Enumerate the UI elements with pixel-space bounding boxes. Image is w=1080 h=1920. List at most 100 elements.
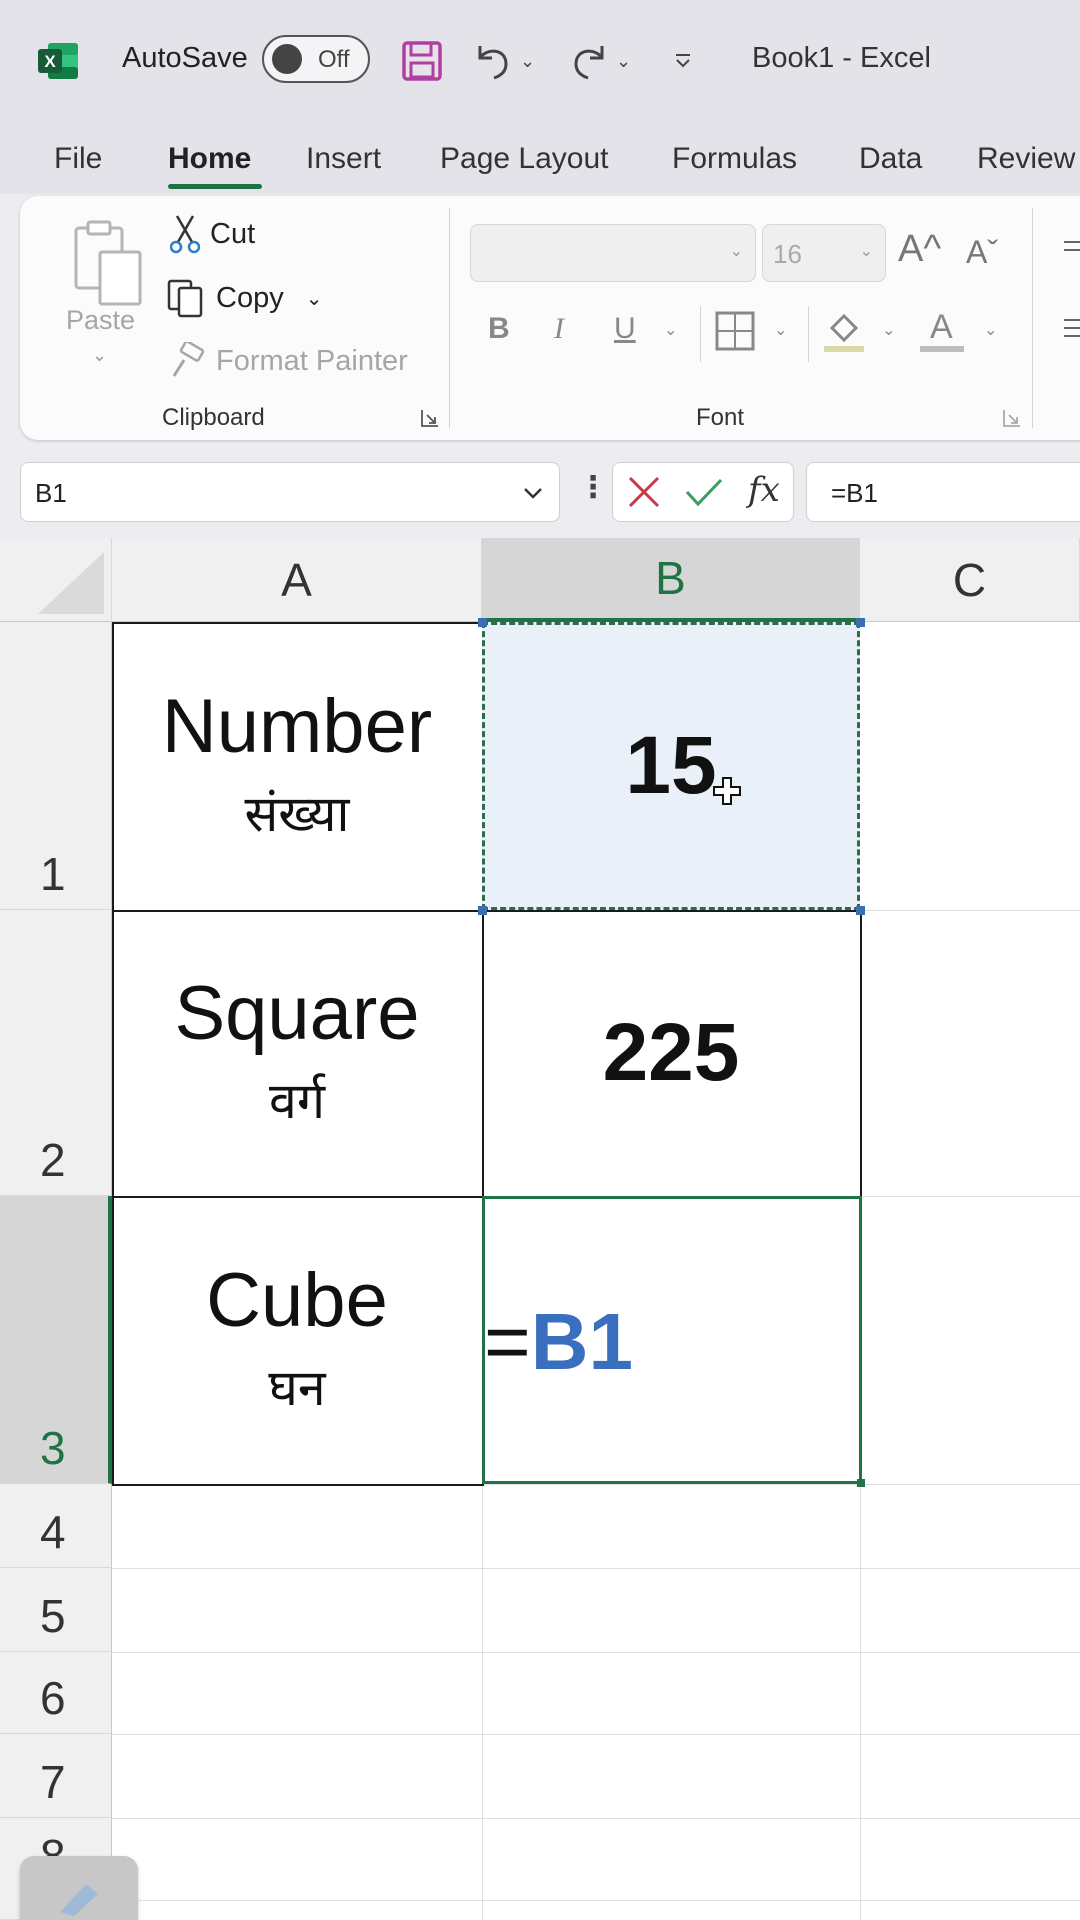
select-all-button[interactable] [0, 538, 112, 622]
tab-insert[interactable]: Insert [306, 142, 381, 176]
formula-input[interactable]: =B1 [806, 462, 1080, 522]
tab-page-layout[interactable]: Page Layout [440, 142, 608, 176]
chevron-down-icon[interactable] [521, 481, 545, 505]
copy-icon [167, 279, 203, 318]
formula-bar-splitter-icon[interactable]: ⋮ [578, 470, 608, 505]
row-header-7[interactable]: 7 [0, 1734, 112, 1818]
undo-icon [478, 46, 508, 80]
tab-file[interactable]: File [54, 142, 102, 176]
paste-button[interactable]: Paste [66, 305, 135, 336]
borders-icon[interactable] [714, 310, 756, 352]
chevron-down-icon: ⌄ [859, 243, 873, 260]
row-number: 6 [40, 1672, 66, 1724]
redo-button[interactable]: ⌄ [568, 36, 631, 86]
tab-formulas[interactable]: Formulas [672, 142, 797, 176]
decrease-font-size-button[interactable]: Aˇ [966, 234, 998, 271]
window-title: Book1 - Excel [752, 42, 931, 74]
name-box-value: B1 [35, 478, 67, 508]
row-header-1[interactable]: 1 [0, 622, 112, 910]
format-painter-label: Format Painter [216, 344, 408, 377]
autosave-label: AutoSave [122, 42, 248, 74]
bold-button[interactable]: B [488, 312, 510, 346]
ribbon-tabs: File Home Insert Page Layout Formulas Da… [0, 122, 1080, 194]
cut-button[interactable]: Cut [170, 214, 255, 254]
row-number: 3 [40, 1422, 66, 1474]
font-color-button[interactable]: A [920, 306, 964, 352]
copy-label: Copy [216, 281, 284, 314]
increase-font-size-button[interactable]: A^ [898, 228, 941, 271]
autosave-state: Off [318, 46, 350, 73]
formula-text: =B1 [831, 478, 878, 508]
save-button[interactable] [400, 36, 444, 86]
fill-color-dropdown-icon[interactable]: ⌄ [882, 320, 895, 340]
font-name-dropdown[interactable]: ⌄ [470, 224, 756, 282]
font-size-dropdown[interactable]: 16 ⌄ [762, 224, 886, 282]
row-header-2[interactable]: 2 [0, 910, 112, 1196]
cancel-entry-icon[interactable] [626, 474, 662, 510]
row-header-6[interactable]: 6 [0, 1652, 112, 1734]
row-number: 7 [40, 1756, 66, 1808]
toggle-knob [272, 44, 302, 74]
row-number: 2 [40, 1134, 66, 1186]
italic-button[interactable]: I [554, 312, 564, 346]
font-color-dropdown-icon[interactable]: ⌄ [984, 320, 997, 340]
cell-a2-english: Square [174, 970, 420, 1056]
clipboard-dialog-launcher-icon[interactable] [420, 408, 440, 428]
scissors-icon [170, 215, 200, 254]
column-header-b[interactable]: B [482, 538, 860, 622]
column-header-a[interactable]: A [112, 538, 482, 622]
paste-dropdown-icon[interactable]: ⌄ [92, 345, 107, 366]
gridline [112, 1652, 1080, 1653]
alignment-icon[interactable] [1062, 232, 1080, 352]
gridline [482, 1484, 483, 1920]
row-header-4[interactable]: 4 [0, 1484, 112, 1568]
chevron-down-icon: ⌄ [729, 243, 743, 260]
copy-dropdown-icon[interactable]: ⌄ [306, 286, 323, 311]
cell-a2[interactable]: Square वर्ग [112, 910, 482, 1196]
cell-a3[interactable]: Cube घन [112, 1196, 482, 1484]
name-box[interactable]: B1 [20, 462, 560, 522]
floating-action-button[interactable] [20, 1856, 138, 1920]
cell-b2[interactable]: 225 [482, 910, 860, 1196]
fill-color-icon[interactable] [822, 308, 866, 354]
gridline [860, 1484, 861, 1920]
cell-b2-value: 225 [602, 1007, 740, 1098]
paste-icon[interactable] [72, 218, 144, 308]
underline-button[interactable]: U [614, 312, 636, 346]
insert-function-icon[interactable]: fx [748, 470, 780, 510]
cell-a1[interactable]: Number संख्या [112, 622, 482, 910]
font-color-swatch [920, 346, 964, 352]
tab-data[interactable]: Data [859, 142, 922, 176]
copy-button[interactable]: Copy ⌄ [166, 278, 322, 318]
column-header-c[interactable]: C [860, 538, 1080, 622]
cut-label: Cut [210, 217, 256, 250]
format-painter-icon [172, 342, 205, 377]
font-dialog-launcher-icon[interactable] [1002, 408, 1022, 428]
confirm-entry-icon[interactable] [684, 474, 724, 510]
cell-b1[interactable]: 15 [482, 622, 860, 910]
autosave-toggle[interactable]: Off [262, 35, 370, 83]
customize-qat-button[interactable] [672, 36, 694, 86]
cell-a1-english: Number [161, 683, 433, 769]
fill-handle[interactable] [857, 1479, 865, 1487]
redo-dropdown-icon[interactable]: ⌄ [616, 51, 631, 72]
undo-dropdown-icon[interactable]: ⌄ [520, 51, 535, 72]
format-painter-button[interactable]: Format Painter [168, 342, 408, 380]
cell-cursor-icon [713, 777, 741, 805]
gridline [112, 1900, 1080, 1901]
tab-home[interactable]: Home [168, 142, 251, 176]
svg-text:X: X [44, 52, 56, 71]
row-header-5[interactable]: 5 [0, 1568, 112, 1652]
tab-review[interactable]: Review [977, 142, 1075, 176]
row-number: 4 [40, 1506, 66, 1558]
cell-b3-formula[interactable]: =B1 [484, 1296, 633, 1388]
formula-reference: B1 [530, 1297, 633, 1386]
undo-button[interactable]: ⌄ [472, 36, 535, 86]
save-icon [402, 41, 442, 81]
borders-dropdown-icon[interactable]: ⌄ [774, 320, 787, 340]
pen-icon [60, 1884, 98, 1916]
underline-dropdown-icon[interactable]: ⌄ [664, 320, 677, 340]
row-header-3[interactable]: 3 [0, 1196, 112, 1484]
worksheet-grid[interactable]: A B C 1 2 3 4 5 6 7 8 Number संख्या Squa… [0, 538, 1080, 1920]
gridline [112, 1818, 1080, 1819]
